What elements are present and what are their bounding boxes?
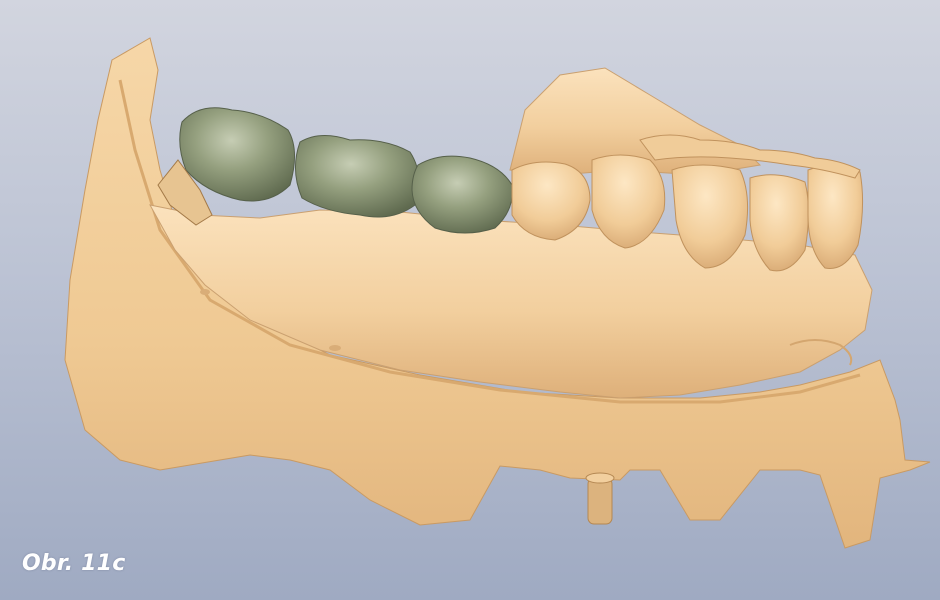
surface-pit [329,345,341,351]
surface-pit [200,289,210,295]
figure-caption: Obr. 11c [22,551,126,576]
dental-model-3d-scan [64,37,931,549]
crown-molar-2 [295,135,420,218]
crown-premolar [411,155,513,234]
tooth-5 [807,165,864,270]
implant-post [585,472,615,525]
